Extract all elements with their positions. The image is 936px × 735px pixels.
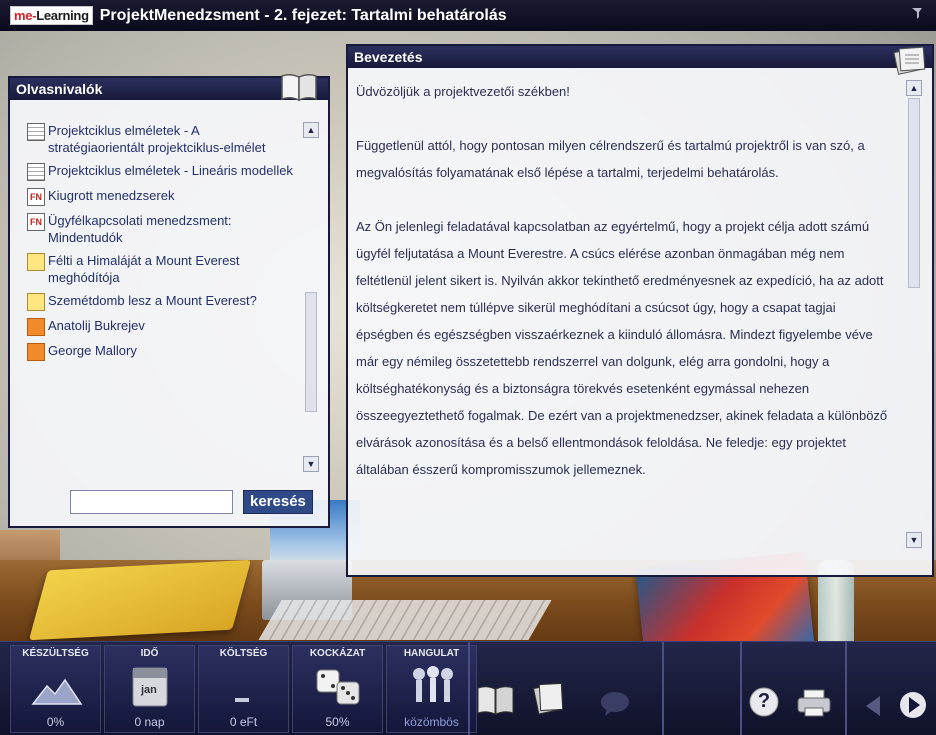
scroll-up-button[interactable]: ▲ [906, 80, 922, 96]
person-icon [27, 318, 45, 336]
scroll-up-button[interactable]: ▲ [303, 122, 319, 138]
cost-gauge: KÖLTSÉG 0 eFt [198, 645, 289, 733]
title-bar: me- Learning ProjektMenedzsment - 2. feje… [0, 0, 936, 31]
list-item-label: Projektciklus elméletek - A stratégiaori… [48, 123, 266, 155]
list-item-label: Szemétdomb lesz a Mount Everest? [48, 293, 257, 308]
scroll-down-button[interactable]: ▼ [906, 532, 922, 548]
toolbar-divider [468, 642, 470, 735]
list-item-label: Anatolij Bukrejev [48, 318, 145, 333]
risk-gauge: KOCKÁZAT 50% [292, 645, 383, 733]
list-item[interactable]: Projektciklus elméletek - Lineáris model… [27, 162, 297, 181]
gauge-value: 0 nap [134, 715, 165, 729]
help-icon[interactable]: ? [748, 686, 780, 718]
list-item-label: Ügyfélkapcsolati menedzsment: Mindentudó… [48, 213, 232, 245]
keyboard-prop [258, 600, 552, 640]
calendar-month: jan [141, 684, 157, 696]
search-row: keresés [70, 490, 313, 514]
toolbar-divider [662, 642, 664, 735]
mountain-icon [31, 664, 83, 712]
list-item[interactable]: Anatolij Bukrejev [27, 317, 297, 336]
progress-gauge: KÉSZÜLTSÉG 0% [10, 645, 101, 733]
reading-list-scrollbar[interactable]: ▲ ▼ [303, 122, 319, 472]
cost-icon [219, 664, 271, 712]
list-item-label: Félti a Himaláját a Mount Everest meghód… [48, 253, 240, 285]
fn-article-icon: FN [27, 213, 45, 231]
intro-text: Üdvözöljük a projektvezetői székben! Füg… [356, 78, 896, 510]
logo-me: me- [14, 8, 37, 23]
toolbar-divider [845, 642, 847, 735]
list-item-label: George Mallory [48, 343, 137, 358]
print-icon[interactable] [796, 688, 832, 718]
video-icon [27, 293, 45, 311]
notes-icon[interactable] [530, 678, 570, 718]
window-title: ProjektMenedzsment - 2. fejezet: Tartalm… [99, 6, 507, 24]
help-glyph: ? [757, 690, 771, 712]
document-icon [27, 123, 45, 141]
search-input[interactable] [70, 490, 233, 514]
scroll-down-button[interactable]: ▼ [303, 456, 319, 472]
reading-list-panel: Olvasnivalók Projektciklus elméletek - A… [8, 73, 330, 528]
gauge-label: HANGULAT [403, 648, 460, 659]
list-item[interactable]: George Mallory [27, 342, 297, 361]
forward-arrow-icon[interactable] [898, 690, 928, 720]
notebook-prop [28, 559, 252, 641]
video-icon [27, 253, 45, 271]
gauge-label: KÉSZÜLTSÉG [22, 648, 89, 659]
open-book-icon [280, 72, 318, 102]
logo-learning: Learning [36, 8, 89, 23]
intro-panel: Bevezetés Üdvözöljük a projektvezetői sz… [346, 44, 934, 577]
gauge-value: 50% [325, 715, 350, 729]
mood-gauge: HANGULAT közömbös [386, 645, 477, 733]
intro-panel-header: Bevezetés [348, 46, 932, 68]
list-item[interactable]: Szemétdomb lesz a Mount Everest? [27, 292, 297, 311]
intro-paragraph: Üdvözöljük a projektvezetői székben! [356, 84, 570, 99]
gauge-label: KÖLTSÉG [219, 648, 268, 659]
notes-stack-icon [892, 44, 930, 76]
reading-list: Projektciklus elméletek - A stratégiaori… [27, 122, 297, 367]
gauge-value: 0 eFt [229, 715, 258, 729]
person-icon [27, 343, 45, 361]
chat-icon[interactable] [595, 684, 635, 724]
list-item[interactable]: FN Ügyfélkapcsolati menedzsment: Mindent… [27, 212, 297, 246]
list-item[interactable]: Félti a Himaláját a Mount Everest meghód… [27, 252, 297, 286]
fn-article-icon: FN [27, 188, 45, 206]
gauge-value: közömbös [404, 715, 459, 729]
calendar-icon: jan [125, 664, 177, 712]
list-item-label: Projektciklus elméletek - Lineáris model… [48, 163, 293, 178]
scrollbar-thumb[interactable] [305, 292, 317, 412]
search-button[interactable]: keresés [243, 490, 313, 514]
gauge-label: IDŐ [140, 648, 159, 659]
list-item[interactable]: Projektciklus elméletek - A stratégiaori… [27, 122, 297, 156]
intro-paragraph: Függetlenül attól, hogy pontosan milyen … [356, 138, 865, 180]
book-icon[interactable] [476, 680, 516, 720]
back-arrow-icon[interactable] [860, 692, 888, 720]
team-mood-icon [407, 664, 459, 712]
app-logo: me- Learning [10, 6, 93, 25]
list-item[interactable]: FN Kiugrott menedzserek [27, 187, 297, 206]
intro-paragraph: Az Ön jelenlegi feladatával kapcsolatban… [356, 219, 888, 477]
gauge-value: 0% [46, 715, 65, 729]
toolbar-divider [740, 642, 742, 735]
list-item-label: Kiugrott menedzserek [48, 188, 175, 203]
gauge-label: KOCKÁZAT [309, 648, 366, 659]
time-gauge: IDŐ jan 0 nap [104, 645, 195, 733]
pin-icon[interactable] [910, 6, 924, 20]
document-icon [27, 163, 45, 181]
status-bar: KÉSZÜLTSÉG 0% IDŐ jan 0 nap KÖLTSÉG 0 eF… [0, 641, 936, 735]
intro-scrollbar[interactable]: ▲ ▼ [906, 80, 922, 568]
scrollbar-thumb[interactable] [908, 98, 920, 288]
dice-icon [313, 664, 365, 712]
